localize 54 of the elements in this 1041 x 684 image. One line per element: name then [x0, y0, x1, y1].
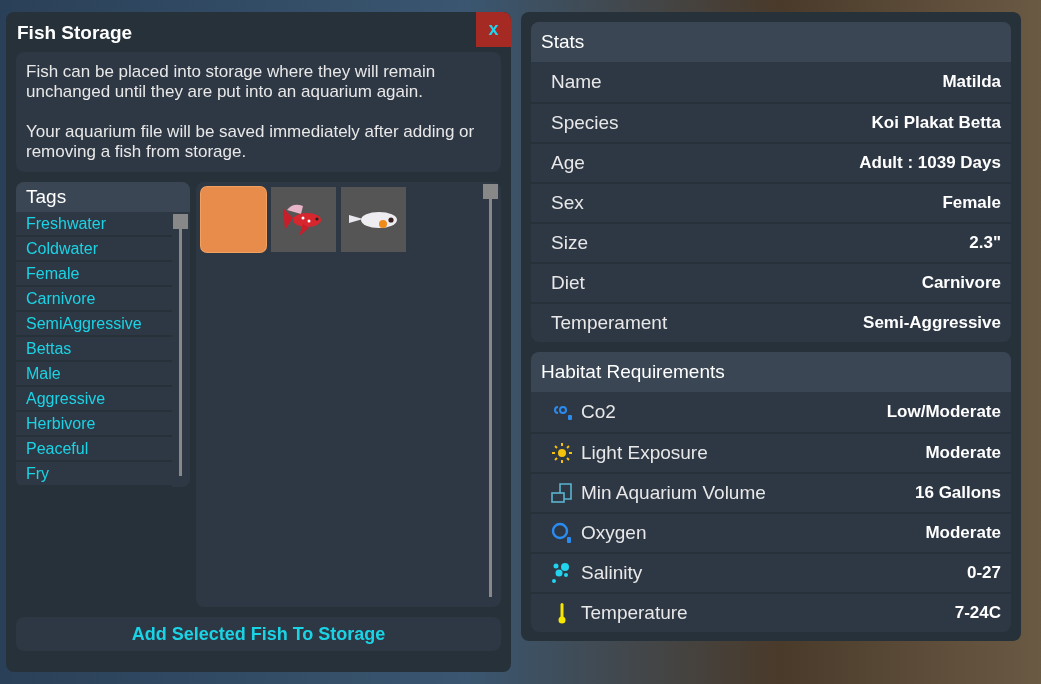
sun-icon [551, 442, 573, 464]
requirement-value: Moderate [925, 442, 1001, 465]
requirement-value: 0-27 [966, 562, 1001, 585]
tag-item[interactable]: Aggressive [16, 387, 172, 412]
stat-label: Name [551, 69, 602, 94]
scrollbar[interactable] [483, 184, 498, 597]
stat-label: Size [551, 230, 588, 255]
requirement-value: Low/Moderate [886, 401, 1001, 424]
requirement-value: Moderate [925, 522, 1001, 545]
section-header: Habitat Requirements [531, 352, 1011, 392]
requirement-label: Min Aquarium Volume [581, 480, 766, 505]
tag-item[interactable]: Coldwater [16, 237, 172, 262]
tag-item[interactable]: Fry [16, 462, 172, 487]
description-text: Your aquarium file will be saved immediately after adding or removing a fish from storage. [26, 122, 476, 162]
tag-item[interactable]: Bettas [16, 337, 172, 362]
add-to-storage-button[interactable]: Add Selected Fish To Storage [16, 617, 501, 651]
scroll-handle[interactable] [483, 184, 498, 199]
stat-value: Semi-Aggressive [863, 312, 1001, 335]
stat-label: Sex [551, 190, 584, 215]
stat-value: Female [942, 192, 1001, 215]
scrollbar[interactable] [173, 214, 188, 476]
tag-item[interactable]: Female [16, 262, 172, 287]
requirement-label: Co2 [581, 399, 616, 424]
fish-slot[interactable] [271, 187, 336, 252]
oxygen-icon [551, 522, 573, 544]
tag-item[interactable]: Male [16, 362, 172, 387]
stat-value: Koi Plakat Betta [871, 112, 1001, 135]
tank-icon [551, 482, 573, 504]
tag-item[interactable]: Herbivore [16, 412, 172, 437]
stat-label: Species [551, 110, 619, 135]
stat-value: Matilda [942, 71, 1001, 94]
tag-item[interactable]: SemiAggressive [16, 312, 172, 337]
fish-slot[interactable] [341, 187, 406, 252]
stat-value: Adult : 1039 Days [859, 152, 1001, 175]
stat-label: Diet [551, 270, 585, 295]
requirement-label: Light Exposure [581, 440, 708, 465]
requirement-label: Salinity [581, 560, 643, 585]
stat-value: 2.3" [969, 232, 1001, 255]
window-title: Fish Storage [16, 21, 133, 45]
requirement-value: 7-24C [954, 602, 1001, 625]
stat-label: Age [551, 150, 585, 175]
tag-item[interactable]: Carnivore [16, 287, 172, 312]
requirement-value: 16 Gallons [915, 482, 1001, 505]
tag-item[interactable]: Freshwater [16, 212, 172, 237]
description-text: Fish can be placed into storage where they will remain unchanged until they are put into an aquarium again. [26, 62, 437, 102]
stat-value: Carnivore [921, 272, 1001, 295]
requirement-label: Oxygen [581, 520, 647, 545]
section-header: Stats [531, 22, 1011, 62]
tags-header: Tags [16, 182, 190, 212]
requirement-label: Temperature [581, 600, 688, 625]
close-button[interactable]: x [476, 12, 511, 47]
tag-item[interactable]: Peaceful [16, 437, 172, 462]
scroll-handle[interactable] [173, 214, 188, 229]
stat-label: Temperament [551, 310, 668, 335]
